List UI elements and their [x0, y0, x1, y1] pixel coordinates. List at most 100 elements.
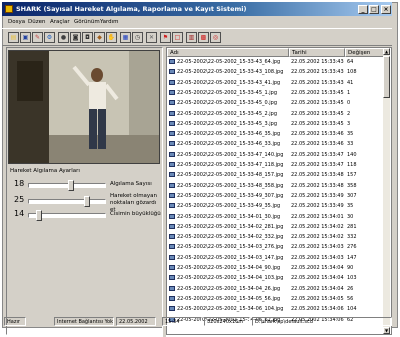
image-file-icon	[169, 254, 175, 260]
slider-thumb[interactable]	[84, 196, 90, 207]
file-changed-count: 0	[347, 100, 351, 107]
file-date: 22.05.2002 15:33:47	[291, 162, 344, 168]
status-bar: Hazır Internet Bağlantısı Yok 22.05.2002…	[2, 317, 394, 327]
table-row[interactable]: 22-05-2002\22-05-2002_15-34-04_103.jpg 22…	[167, 274, 387, 282]
table-row[interactable]: 22-05-2002\22-05-2002_15-34-02_332.jpg 22…	[167, 233, 387, 241]
table-row[interactable]: 22-05-2002\22-05-2002_15-34-04_26.jpg 22.…	[167, 285, 387, 293]
minimize-button[interactable]: _	[358, 5, 368, 14]
close-button[interactable]: ×	[381, 5, 391, 14]
slider-thumb[interactable]	[68, 180, 74, 191]
list-header: Adı Tarihi Değişen	[167, 48, 387, 57]
app-icon	[5, 5, 13, 13]
column-changed[interactable]: Değişen	[345, 48, 387, 57]
table-row[interactable]: 22-05-2002\22-05-2002_15-33-46_33.jpg 22.…	[167, 140, 387, 148]
menu-gorunum[interactable]: Görünüm	[74, 17, 100, 27]
clock-icon[interactable]: ◷	[132, 32, 143, 43]
camera-icon[interactable]: ◙	[70, 32, 81, 43]
file-name: 22-05-2002\22-05-2002_15-33-48_157.jpg	[177, 172, 284, 179]
menu-araclar[interactable]: Araçlar	[50, 17, 70, 27]
file-date: 22.05.2002 15:33:46	[291, 141, 344, 148]
help-lifebuoy-icon[interactable]: ◎	[210, 32, 221, 43]
column-date[interactable]: Tarihi	[289, 48, 345, 57]
image-file-icon	[169, 59, 175, 64]
table-row[interactable]: 22-05-2002\22-05-2002_15-33-45_2.jpg 22.0…	[167, 110, 387, 118]
file-date: 22.05.2002 15:34:04	[291, 285, 344, 292]
grid-icon[interactable]: ▥	[186, 32, 197, 43]
image-file-icon	[169, 213, 175, 219]
hand-icon[interactable]: ✋	[106, 32, 117, 43]
capture-icon[interactable]: ●	[58, 32, 69, 43]
file-name: 22-05-2002\22-05-2002_15-33-43_41.jpg	[177, 79, 281, 86]
menu-bar: Dosya Düzen Araçlar Görünüm Yardım	[2, 17, 392, 27]
settings-icon[interactable]: ⚙	[44, 32, 55, 43]
image-file-icon	[169, 172, 175, 178]
file-name: 22-05-2002\22-05-2002_15-33-46_35.jpg	[177, 131, 281, 138]
table-row[interactable]: 22-05-2002\22-05-2002_15-33-47_140.jpg 22…	[167, 151, 387, 159]
image-file-icon	[169, 100, 175, 106]
table-row[interactable]: 22-05-2002\22-05-2002_15-33-43_64.jpg 22.…	[167, 58, 387, 66]
window-title: SHARK (Sayısal Hareket Algılama, Raporla…	[16, 5, 247, 13]
scroll-thumb[interactable]	[383, 56, 390, 98]
table-row[interactable]: 22-05-2002\22-05-2002_15-34-06_104.jpg 22…	[167, 305, 387, 313]
ignore-points-slider[interactable]	[28, 196, 106, 207]
scroll-down-icon[interactable]: ▼	[383, 327, 390, 334]
maximize-button[interactable]: □	[369, 5, 379, 14]
file-name: 22-05-2002\22-05-2002_15-34-03_276.jpg	[177, 244, 284, 251]
camera-frame-image	[9, 51, 159, 163]
table-row[interactable]: 22-05-2002\22-05-2002_15-33-49_307.jpg 22…	[167, 192, 387, 200]
table-row[interactable]: 22-05-2002\22-05-2002_15-33-45_1.jpg 22.0…	[167, 89, 387, 97]
object-size-value: 14	[14, 209, 25, 218]
table-row[interactable]: 22-05-2002\22-05-2002_15-33-43_41.jpg 22.…	[167, 79, 387, 87]
table-row[interactable]: 22-05-2002\22-05-2002_15-34-03_147.jpg 22…	[167, 254, 387, 262]
table-row[interactable]: 22-05-2002\22-05-2002_15-33-48_358.jpg 22…	[167, 182, 387, 190]
save-icon[interactable]: ▣	[20, 32, 31, 43]
tools-icon[interactable]: ✕	[146, 32, 157, 43]
table-row[interactable]: 22-05-2002\22-05-2002_15-33-45_0.jpg 22.0…	[167, 99, 387, 107]
file-date: 22.05.2002 15:33:48	[291, 172, 344, 179]
toolbar: ▤ ▣ ✎ ⚙ ● ◙ ◘ ◆ ✋ ▦ ◷ ✕ ⚑ □ ▥ ▩ ◎	[2, 28, 392, 46]
object-size-label: Cisimin büyüklüğü	[110, 211, 161, 217]
object-size-slider[interactable]	[28, 210, 106, 221]
image-file-icon	[169, 295, 175, 301]
table-row[interactable]: 22-05-2002\22-05-2002_15-34-05_56.jpg 22.…	[167, 295, 387, 303]
vertical-scrollbar[interactable]: ▲ ▼	[383, 48, 390, 334]
video-camera-icon[interactable]: ◘	[82, 32, 93, 43]
slider-thumb[interactable]	[36, 210, 42, 221]
stop-icon[interactable]: □	[172, 32, 183, 43]
status-ready: Hazır	[4, 317, 26, 326]
file-changed-count: 147	[347, 254, 357, 261]
file-changed-count: 104	[347, 306, 357, 313]
image-file-icon	[169, 244, 175, 250]
table-row[interactable]: 22-05-2002\22-05-2002_15-33-47_118.jpg 22…	[167, 161, 387, 169]
lock-icon[interactable]: ◆	[94, 32, 105, 43]
table-row[interactable]: 22-05-2002\22-05-2002_15-33-49_35.jpg 22.…	[167, 202, 387, 210]
column-name[interactable]: Adı	[167, 48, 289, 57]
table-row[interactable]: 22-05-2002\22-05-2002_15-34-03_276.jpg 22…	[167, 243, 387, 251]
file-date: 22.05.2002 15:33:49	[291, 203, 344, 210]
file-date: 22.05.2002 15:33:49	[291, 192, 344, 199]
detection-count-slider[interactable]	[28, 180, 106, 191]
table-row[interactable]: 22-05-2002\22-05-2002_15-34-01_30.jpg 22.…	[167, 213, 387, 221]
table-row[interactable]: 22-05-2002\22-05-2002_15-33-48_157.jpg 22…	[167, 171, 387, 179]
record-icon[interactable]: ▩	[198, 32, 209, 43]
title-bar[interactable]: SHARK (Sayısal Hareket Algılama, Raporla…	[2, 2, 392, 16]
scroll-up-icon[interactable]: ▲	[383, 48, 390, 55]
file-date: 22.05.2002 15:33:43	[291, 79, 344, 86]
calendar-icon[interactable]: ▦	[120, 32, 131, 43]
menu-dosya[interactable]: Dosya	[8, 17, 25, 27]
file-name: 22-05-2002\22-05-2002_15-33-49_307.jpg	[177, 192, 284, 199]
file-name: 22-05-2002\22-05-2002_15-34-01_30.jpg	[177, 213, 281, 220]
flag-icon[interactable]: ⚑	[160, 32, 171, 43]
table-row[interactable]: 22-05-2002\22-05-2002_15-33-43_108.jpg 22…	[167, 68, 387, 76]
image-file-icon	[169, 79, 175, 85]
table-row[interactable]: 22-05-2002\22-05-2002_15-34-04_90.jpg 22.…	[167, 264, 387, 272]
open-folder-icon[interactable]: ▤	[8, 32, 19, 43]
file-date: 22.05.2002 15:33:47	[291, 151, 344, 158]
table-row[interactable]: 22-05-2002\22-05-2002_15-33-45_3.jpg 22.0…	[167, 120, 387, 128]
menu-yardim[interactable]: Yardım	[100, 17, 119, 27]
table-row[interactable]: 22-05-2002\22-05-2002_15-33-46_35.jpg 22.…	[167, 130, 387, 138]
image-file-icon	[169, 203, 175, 209]
table-row[interactable]: 22-05-2002\22-05-2002_15-34-02_281.jpg 22…	[167, 223, 387, 231]
properties-icon[interactable]: ✎	[32, 32, 43, 43]
menu-duzen[interactable]: Düzen	[28, 17, 45, 27]
